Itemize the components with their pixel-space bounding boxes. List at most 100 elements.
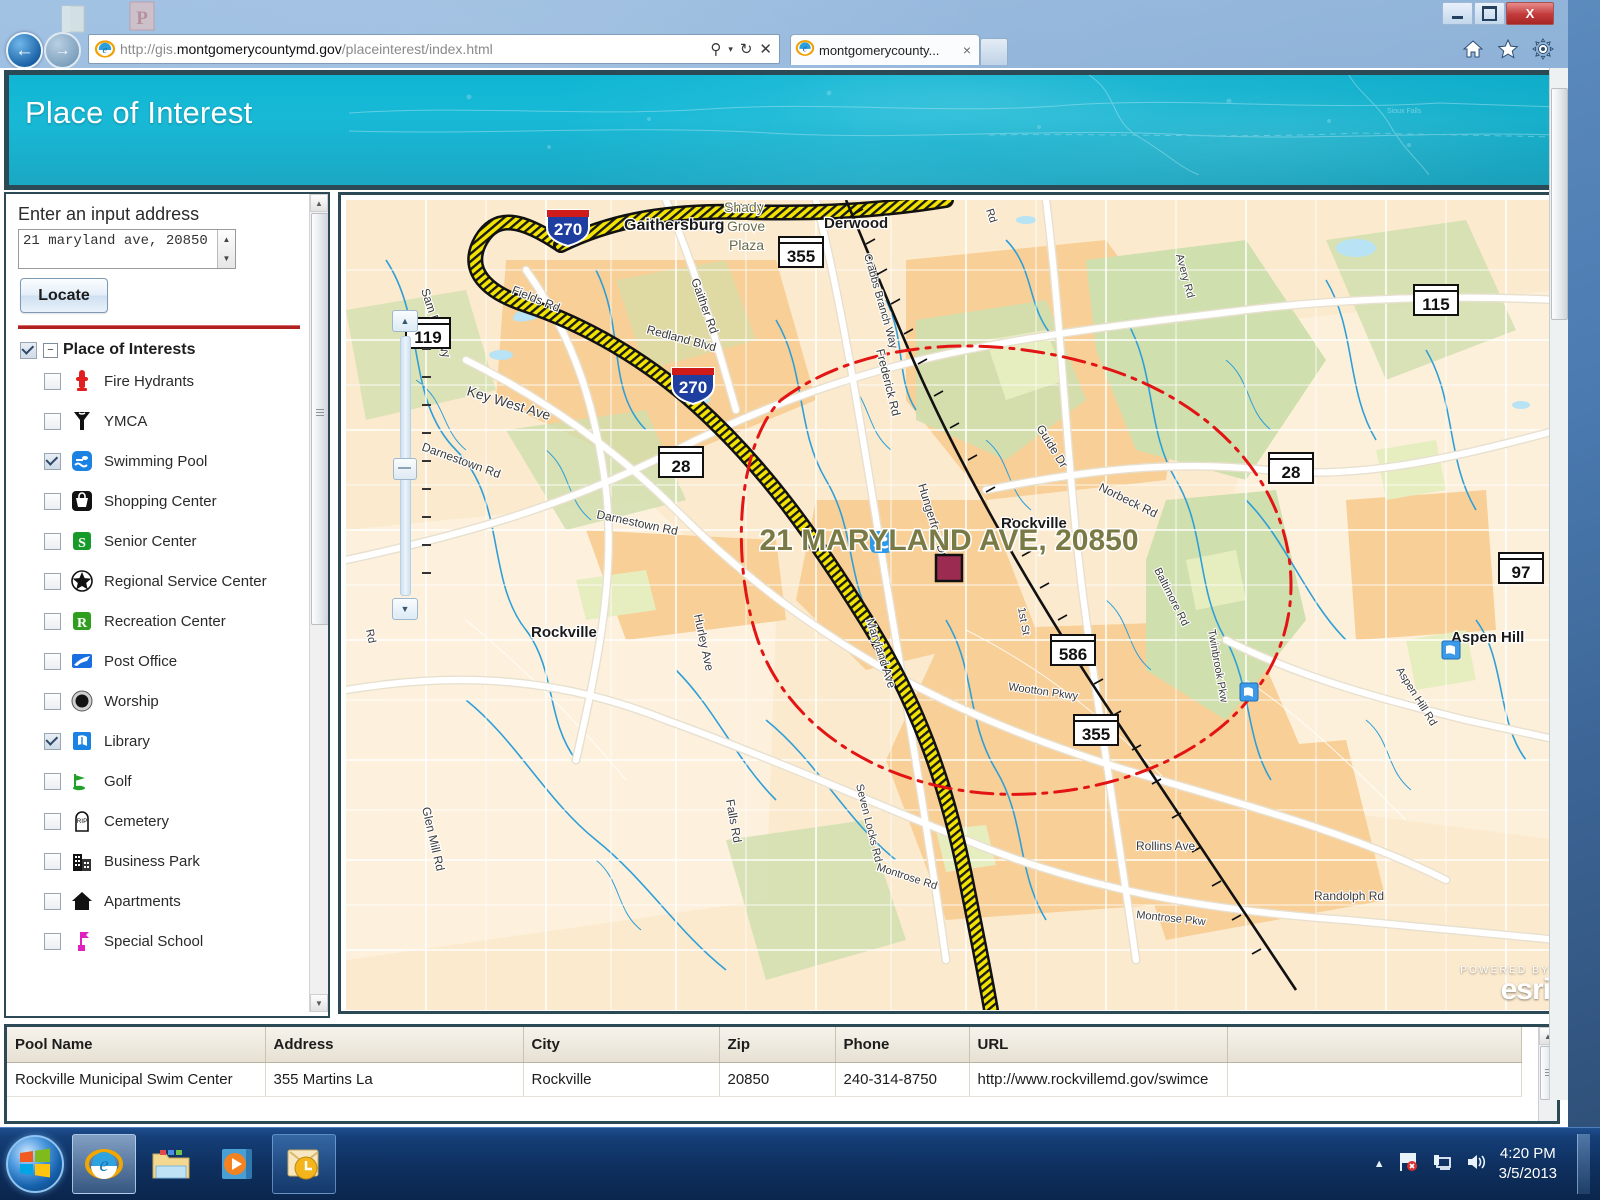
layer-row-post-office[interactable]: Post Office <box>44 641 308 681</box>
tray-expand-icon[interactable]: ▲ <box>1374 1158 1385 1170</box>
layer-row-business-park[interactable]: Business Park <box>44 841 308 881</box>
layer-row-special-school[interactable]: Special School <box>44 921 308 961</box>
browser-scroll-thumb[interactable] <box>1551 88 1568 320</box>
layer-checkbox-2[interactable] <box>44 452 61 470</box>
map-panel[interactable]: Gaithersburg Shady Grove Plaza Derwood Rockvi… <box>338 192 1562 1014</box>
layer-row-library[interactable]: Library <box>44 721 308 761</box>
svg-text:e: e <box>99 1152 108 1176</box>
results-column-header-3[interactable]: Zip <box>719 1027 836 1063</box>
start-button[interactable] <box>6 1135 64 1193</box>
spinner-down-icon[interactable]: ▼ <box>218 249 235 268</box>
back-button[interactable]: ← <box>6 32 43 69</box>
zoom-out-button[interactable]: ▼ <box>392 598 418 620</box>
map-library-marker[interactable] <box>1441 640 1461 660</box>
web-page: Sioux Falls Place of Interest Enter an i… <box>0 68 1568 1128</box>
volume-icon[interactable] <box>1465 1151 1487 1178</box>
show-desktop-button[interactable] <box>1577 1134 1590 1194</box>
maximize-button[interactable] <box>1474 2 1505 25</box>
layer-row-golf[interactable]: Golf <box>44 761 308 801</box>
results-column-header-2[interactable]: City <box>523 1027 720 1063</box>
sidebar-scroll-down-button[interactable]: ▼ <box>310 994 328 1012</box>
browser-vertical-scrollbar[interactable] <box>1549 68 1568 1100</box>
selected-address-label: 21 MARYLAND AVE, 20850 <box>759 524 1138 557</box>
results-column-header-1[interactable]: Address <box>265 1027 524 1063</box>
window-titlebar[interactable]: X <box>0 0 1568 30</box>
regional-service-icon <box>70 569 94 593</box>
sidebar-scroll-thumb[interactable] <box>311 213 328 625</box>
sidebar-scrollbar[interactable]: ▲ ▼ <box>309 194 328 1012</box>
network-icon[interactable] <box>1431 1151 1453 1178</box>
layer-row-recreation-center[interactable]: R Recreation Center <box>44 601 308 641</box>
results-row[interactable]: Rockville Municipal Swim Center 355 Marti… <box>7 1062 1522 1097</box>
layer-checkbox-0[interactable] <box>44 372 61 390</box>
spinner-up-icon[interactable]: ▲ <box>218 230 235 249</box>
app-banner: Sioux Falls Place of Interest <box>4 70 1568 190</box>
chevron-down-icon[interactable]: ▾ <box>728 44 733 55</box>
results-column-header-5[interactable]: URL <box>969 1027 1228 1063</box>
sidebar-scroll-up-button[interactable]: ▲ <box>310 194 328 212</box>
close-button[interactable]: X <box>1506 2 1554 25</box>
layer-row-fire-hydrants[interactable]: Fire Hydrants <box>44 361 308 401</box>
zoom-thumb[interactable] <box>393 458 417 480</box>
layer-row-shopping-center[interactable]: Shopping Center <box>44 481 308 521</box>
address-input[interactable]: 21 maryland ave, 20850 <box>18 229 236 269</box>
layer-checkbox-12[interactable] <box>44 852 61 870</box>
layer-checkbox-7[interactable] <box>44 652 61 670</box>
results-table: Pool Name Address City Zip Phone URL Rockvill… <box>7 1027 1522 1097</box>
browser-tab[interactable]: e montgomerycounty... × <box>790 34 980 65</box>
layer-group-expander[interactable]: − <box>43 342 58 358</box>
tab-close-icon[interactable]: × <box>959 42 975 58</box>
star-icon[interactable] <box>1497 38 1519 65</box>
address-bar[interactable]: e http://gis.montgomerycountymd.gov/plac… <box>88 34 780 64</box>
layer-group-checkbox[interactable] <box>20 341 37 359</box>
results-column-header-0[interactable]: Pool Name <box>7 1027 266 1063</box>
taskbar-outlook[interactable] <box>272 1134 336 1194</box>
layer-row-swimming-pool[interactable]: Swimming Pool <box>44 441 308 481</box>
map-canvas[interactable]: Gaithersburg Shady Grove Plaza Derwood Rockvi… <box>346 200 1558 1010</box>
layer-checkbox-14[interactable] <box>44 932 61 950</box>
selected-address-marker[interactable] <box>934 553 964 583</box>
taskbar-media-player[interactable] <box>206 1135 268 1193</box>
results-column-header-6[interactable] <box>1227 1027 1522 1063</box>
layer-checkbox-6[interactable] <box>44 612 61 630</box>
layer-group-place-of-interests[interactable]: − Place of Interests <box>20 341 308 359</box>
taskbar-windows-explorer[interactable] <box>140 1135 202 1193</box>
layer-label: Cemetery <box>104 812 170 830</box>
gear-icon[interactable] <box>1532 38 1554 65</box>
layer-row-senior-center[interactable]: S Senior Center <box>44 521 308 561</box>
window-controls: X <box>1441 2 1554 25</box>
taskbar: e ▲ 4:20 PM 3/5/2013 <box>0 1127 1600 1200</box>
layer-checkbox-3[interactable] <box>44 492 61 510</box>
clock[interactable]: 4:20 PM 3/5/2013 <box>1499 1144 1557 1184</box>
map-zoom-slider[interactable]: ▲ ▼ <box>392 310 431 620</box>
layer-row-regional-service-center[interactable]: Regional Service Center <box>44 561 308 601</box>
home-icon[interactable] <box>1462 38 1484 65</box>
minimize-button[interactable] <box>1442 2 1473 25</box>
layer-checkbox-13[interactable] <box>44 892 61 910</box>
layer-checkbox-5[interactable] <box>44 572 61 590</box>
layer-checkbox-9[interactable] <box>44 732 61 750</box>
search-icon[interactable]: ⚲ <box>710 40 721 58</box>
layer-row-worship[interactable]: Worship <box>44 681 308 721</box>
layer-row-cemetery[interactable]: RIP Cemetery <box>44 801 308 841</box>
zoom-in-button[interactable]: ▲ <box>392 310 418 332</box>
results-column-header-4[interactable]: Phone <box>835 1027 970 1063</box>
forward-button[interactable]: → <box>44 32 81 69</box>
layer-checkbox-10[interactable] <box>44 772 61 790</box>
layer-row-apartments[interactable]: Apartments <box>44 881 308 921</box>
refresh-icon[interactable]: ↻ <box>740 40 753 58</box>
locate-button[interactable]: Locate <box>20 278 108 313</box>
layer-row-ymca[interactable]: YMCA <box>44 401 308 441</box>
esri-attribution: POWERED BY esri <box>1460 965 1551 1005</box>
stop-icon[interactable]: ✕ <box>759 40 772 58</box>
address-input-spinner[interactable]: ▲ ▼ <box>217 230 235 268</box>
taskbar-internet-explorer[interactable]: e <box>72 1134 136 1194</box>
url-path: /placeinterest/index.html <box>341 41 493 57</box>
layer-checkbox-8[interactable] <box>44 692 61 710</box>
layer-checkbox-4[interactable] <box>44 532 61 550</box>
new-tab-button[interactable] <box>980 38 1008 65</box>
flag-icon[interactable] <box>1397 1151 1419 1178</box>
layer-checkbox-1[interactable] <box>44 412 61 430</box>
map-library-marker[interactable] <box>1239 682 1259 702</box>
layer-checkbox-11[interactable] <box>44 812 61 830</box>
